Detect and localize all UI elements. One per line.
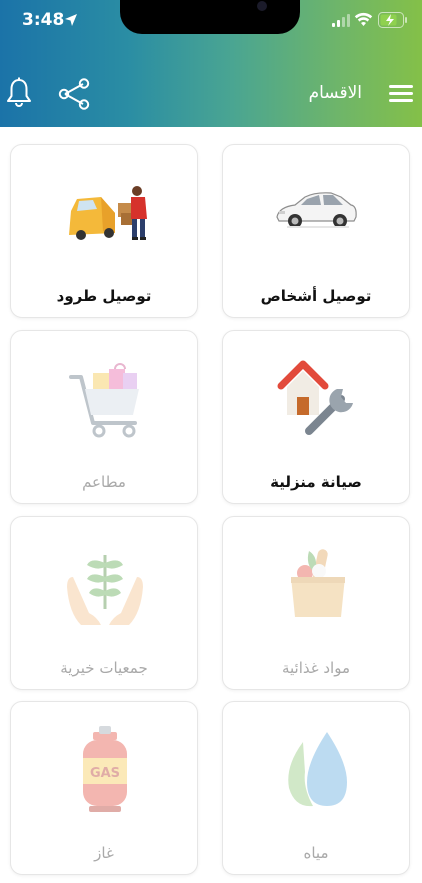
status-time: 3:48 — [22, 10, 65, 30]
status-bar: 3:48 — [0, 0, 422, 44]
category-label: مطاعم — [82, 473, 126, 491]
water-drop-icon — [288, 732, 347, 807]
gas-cylinder-icon: GAS — [83, 726, 127, 812]
category-label: جمعيات خيرية — [60, 659, 148, 677]
category-card-water[interactable]: مياه — [222, 701, 410, 875]
category-card-parcel-delivery[interactable]: توصيل طرود — [10, 144, 198, 318]
category-label: توصيل طرود — [56, 287, 152, 305]
location-arrow-icon — [65, 14, 77, 26]
category-label: صيانة منزلية — [270, 473, 362, 491]
camera-icon — [257, 1, 267, 11]
house-wrench-icon — [277, 360, 353, 435]
wifi-icon — [354, 12, 373, 26]
category-label: مياه — [303, 844, 329, 862]
category-label: غاز — [94, 844, 114, 862]
hands-plant-icon — [67, 555, 143, 625]
category-card-groceries[interactable]: مواد غذائية — [222, 516, 410, 690]
shopping-cart-icon — [69, 363, 139, 438]
hamburger-menu-icon[interactable] — [389, 84, 413, 102]
category-card-charities[interactable]: جمعيات خيرية — [10, 516, 198, 690]
car-icon — [276, 192, 357, 228]
category-card-passenger-delivery[interactable]: توصيل أشخاص — [222, 144, 410, 318]
share-icon[interactable] — [57, 77, 91, 111]
delivery-van-icon — [69, 186, 147, 240]
category-label: توصيل أشخاص — [260, 287, 372, 305]
category-card-restaurants[interactable]: مطاعم — [10, 330, 198, 504]
signal-icon — [332, 14, 350, 27]
grocery-bag-icon — [291, 549, 345, 617]
category-card-gas[interactable]: GAS غاز — [10, 701, 198, 875]
category-card-home-maintenance[interactable]: صيانة منزلية — [222, 330, 410, 504]
app-header: 3:48 الاقسام — [0, 0, 422, 127]
page-title: الاقسام — [308, 83, 362, 103]
gas-label-text: GAS — [90, 766, 120, 781]
device-notch — [120, 0, 300, 34]
category-label: مواد غذائية — [281, 659, 351, 677]
battery-charging-icon — [378, 12, 407, 28]
bell-icon[interactable] — [6, 77, 32, 109]
